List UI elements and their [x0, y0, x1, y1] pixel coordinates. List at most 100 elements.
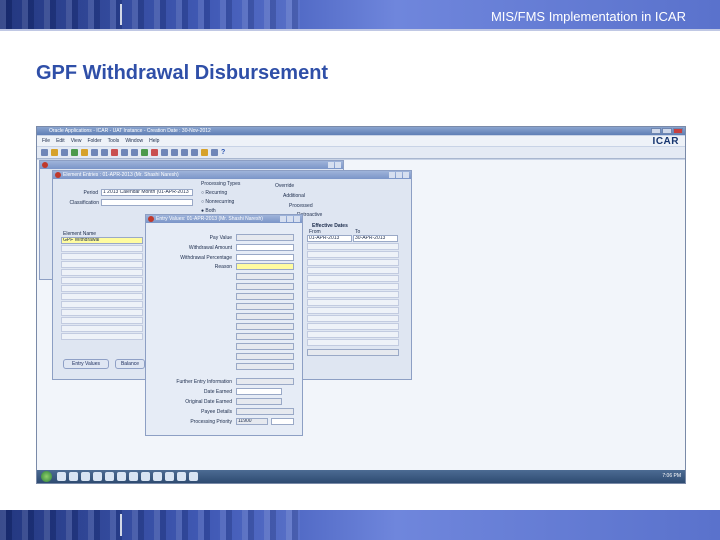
entry-value-field[interactable] — [236, 313, 294, 320]
effective-row[interactable] — [307, 275, 399, 282]
effective-row[interactable] — [307, 331, 399, 338]
taskbar-app-icon[interactable] — [141, 472, 150, 481]
element-row[interactable] — [61, 285, 143, 292]
element-row[interactable] — [61, 317, 143, 324]
effective-row[interactable] — [307, 339, 399, 346]
maximize-icon[interactable] — [662, 128, 672, 134]
effective-row[interactable] — [307, 283, 399, 290]
zoom-icon[interactable] — [81, 149, 88, 156]
effective-row[interactable] — [307, 243, 399, 250]
taskbar-app-icon[interactable] — [177, 472, 186, 481]
nonrecurring-radio[interactable]: ○ Nonrecurring — [201, 199, 234, 205]
effective-row[interactable] — [307, 307, 399, 314]
element-row[interactable] — [61, 309, 143, 316]
taskbar-app-icon[interactable] — [93, 472, 102, 481]
further-entry-field[interactable] — [236, 378, 294, 385]
minimize-icon[interactable] — [651, 128, 661, 134]
navigator-icon[interactable] — [71, 149, 78, 156]
element-row[interactable] — [61, 333, 143, 340]
effective-row[interactable] — [307, 251, 399, 258]
element-row[interactable] — [61, 261, 143, 268]
balance-button[interactable]: Balance — [115, 359, 145, 369]
element-row[interactable] — [61, 269, 143, 276]
entry-value-field[interactable] — [236, 273, 294, 280]
taskbar-app-icon[interactable] — [57, 472, 66, 481]
forward-icon[interactable] — [131, 149, 138, 156]
minimize-icon[interactable] — [328, 162, 334, 168]
original-date-earned-field[interactable] — [236, 398, 282, 405]
entry-value-field[interactable] — [236, 283, 294, 290]
entry-value-field[interactable] — [236, 363, 294, 370]
processing-priority-field[interactable]: 11900 — [236, 418, 268, 425]
date-earned-field[interactable] — [236, 388, 282, 395]
menu-window[interactable]: Window — [125, 136, 143, 146]
folder-icon[interactable] — [111, 149, 118, 156]
save-icon[interactable] — [51, 149, 58, 156]
recurring-radio[interactable]: ○ Recurring — [201, 190, 227, 196]
element-row[interactable] — [61, 277, 143, 284]
effective-row[interactable] — [307, 299, 399, 306]
effective-row[interactable] — [307, 291, 399, 298]
payee-details-field[interactable] — [236, 408, 294, 415]
print-icon[interactable] — [61, 149, 68, 156]
effective-row[interactable] — [307, 323, 399, 330]
entry-values-button[interactable]: Entry Values — [63, 359, 109, 369]
close-icon[interactable] — [335, 162, 341, 168]
effective-to-field[interactable]: 30-APR-2013 — [353, 235, 398, 242]
help-icon[interactable]: ? — [221, 149, 225, 156]
open-icon[interactable] — [41, 149, 48, 156]
menu-folder[interactable]: Folder — [87, 136, 101, 146]
close-icon[interactable] — [673, 128, 683, 134]
reason-field[interactable] — [236, 263, 294, 270]
taskbar-app-icon[interactable] — [117, 472, 126, 481]
pay-value-field[interactable] — [236, 234, 294, 241]
period-field[interactable]: 1 2013 Calendar Month (01-APR-2013 — [101, 189, 193, 196]
clear-icon[interactable] — [191, 149, 198, 156]
translations-icon[interactable] — [91, 149, 98, 156]
start-button-icon[interactable] — [41, 471, 52, 482]
menu-file[interactable]: File — [42, 136, 50, 146]
element-row[interactable] — [61, 245, 143, 252]
withdrawal-amount-field[interactable] — [236, 244, 294, 251]
entry-value-field[interactable] — [236, 333, 294, 340]
menu-edit[interactable]: Edit — [56, 136, 65, 146]
element-name-field[interactable]: GPF Withdrawal — [61, 237, 143, 244]
delete-record-icon[interactable] — [151, 149, 158, 156]
entry-value-field[interactable] — [236, 353, 294, 360]
effective-row[interactable] — [307, 267, 399, 274]
paste-icon[interactable] — [181, 149, 188, 156]
menu-tools[interactable]: Tools — [108, 136, 120, 146]
effective-row[interactable] — [307, 315, 399, 322]
taskbar-app-icon[interactable] — [129, 472, 138, 481]
cut-icon[interactable] — [161, 149, 168, 156]
effective-row[interactable] — [307, 259, 399, 266]
close-icon[interactable] — [294, 216, 300, 222]
entry-value-field[interactable] — [236, 293, 294, 300]
back-icon[interactable] — [121, 149, 128, 156]
classification-field[interactable] — [101, 199, 193, 206]
taskbar-app-icon[interactable] — [153, 472, 162, 481]
element-row[interactable] — [61, 325, 143, 332]
element-row[interactable] — [61, 293, 143, 300]
new-record-icon[interactable] — [141, 149, 148, 156]
element-row[interactable] — [61, 301, 143, 308]
close-icon[interactable] — [403, 172, 409, 178]
priority-extra-field[interactable] — [271, 418, 294, 425]
entry-value-field[interactable] — [236, 343, 294, 350]
window-icon[interactable] — [211, 149, 218, 156]
maximize-icon[interactable] — [287, 216, 293, 222]
menu-help[interactable]: Help — [149, 136, 159, 146]
maximize-icon[interactable] — [396, 172, 402, 178]
entry-value-field[interactable] — [236, 303, 294, 310]
menu-view[interactable]: View — [71, 136, 82, 146]
minimize-icon[interactable] — [280, 216, 286, 222]
attachments-icon[interactable] — [101, 149, 108, 156]
taskbar-app-icon[interactable] — [105, 472, 114, 481]
find-icon[interactable] — [201, 149, 208, 156]
entry-value-field[interactable] — [236, 323, 294, 330]
taskbar-app-icon[interactable] — [165, 472, 174, 481]
taskbar-app-icon[interactable] — [69, 472, 78, 481]
minimize-icon[interactable] — [389, 172, 395, 178]
taskbar-app-icon[interactable] — [189, 472, 198, 481]
horizontal-scrollbar[interactable] — [307, 349, 399, 356]
